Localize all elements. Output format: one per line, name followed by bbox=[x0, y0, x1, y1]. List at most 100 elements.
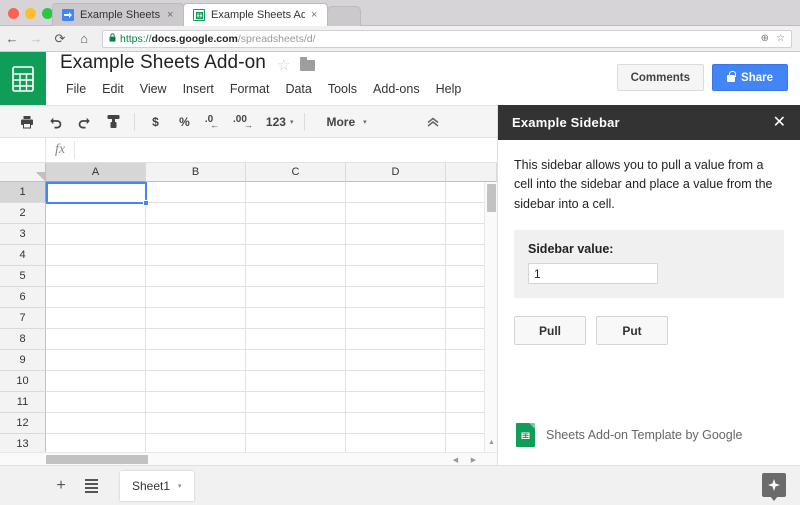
grid-cell-A6[interactable] bbox=[46, 287, 146, 308]
print-icon[interactable] bbox=[14, 109, 39, 134]
browser-tab-sheets[interactable]: Example Sheets Add-on - Goo × bbox=[183, 3, 328, 26]
grid-cell-A5[interactable] bbox=[46, 266, 146, 287]
browser-tab-apps-script[interactable]: Example Sheets Add-on × bbox=[52, 3, 184, 26]
close-icon[interactable]: ✕ bbox=[773, 114, 786, 131]
grid-cell-B2[interactable] bbox=[146, 203, 246, 224]
grid-cell-D3[interactable] bbox=[346, 224, 446, 245]
redo-icon[interactable] bbox=[72, 109, 97, 134]
back-icon[interactable]: ← bbox=[0, 26, 24, 52]
new-tab-placeholder[interactable] bbox=[327, 6, 361, 26]
bookmark-star-icon[interactable]: ☆ bbox=[776, 33, 785, 44]
menu-edit[interactable]: Edit bbox=[94, 79, 132, 99]
grid-cell-A8[interactable] bbox=[46, 329, 146, 350]
grid-cell-B12[interactable] bbox=[146, 413, 246, 434]
more-toolbar-button[interactable]: More ▾ bbox=[319, 109, 369, 134]
vertical-scrollbar-thumb[interactable] bbox=[487, 184, 496, 212]
row-header-2[interactable]: 2 bbox=[0, 203, 46, 224]
column-header-c[interactable]: C bbox=[246, 163, 346, 182]
home-icon[interactable]: ⌂ bbox=[72, 26, 96, 52]
row-header-1[interactable]: 1 bbox=[0, 182, 46, 203]
reload-icon[interactable]: ⟳ bbox=[48, 26, 72, 52]
menu-view[interactable]: View bbox=[132, 79, 175, 99]
put-button[interactable]: Put bbox=[596, 316, 668, 346]
grid-cell-D12[interactable] bbox=[346, 413, 446, 434]
grid-cell-A12[interactable] bbox=[46, 413, 146, 434]
row-header-11[interactable]: 11 bbox=[0, 392, 46, 413]
grid-cell-C2[interactable] bbox=[246, 203, 346, 224]
row-header-10[interactable]: 10 bbox=[0, 371, 46, 392]
pull-button[interactable]: Pull bbox=[514, 316, 586, 346]
grid-cell-C11[interactable] bbox=[246, 392, 346, 413]
grid-cell-D8[interactable] bbox=[346, 329, 446, 350]
close-icon[interactable]: × bbox=[167, 9, 177, 21]
grid-cell-A4[interactable] bbox=[46, 245, 146, 266]
explore-button[interactable] bbox=[762, 473, 786, 501]
grid-cell-C1[interactable] bbox=[246, 182, 346, 203]
share-button[interactable]: Share bbox=[712, 64, 788, 91]
name-box[interactable] bbox=[0, 137, 46, 163]
grid-cell-D6[interactable] bbox=[346, 287, 446, 308]
address-bar[interactable]: https:// docs.google.com /spreadsheets/d… bbox=[102, 29, 792, 48]
folder-icon[interactable] bbox=[300, 57, 316, 71]
close-window-button[interactable] bbox=[8, 8, 19, 19]
grid-cell-D10[interactable] bbox=[346, 371, 446, 392]
row-header-8[interactable]: 8 bbox=[0, 329, 46, 350]
select-all-corner[interactable] bbox=[0, 163, 46, 182]
horizontal-scrollbar-thumb[interactable] bbox=[46, 455, 148, 464]
grid-cell-A2[interactable] bbox=[46, 203, 146, 224]
grid-cell-C10[interactable] bbox=[246, 371, 346, 392]
grid-cell-C12[interactable] bbox=[246, 413, 346, 434]
row-header-9[interactable]: 9 bbox=[0, 350, 46, 371]
page-title[interactable]: Example Sheets Add-on bbox=[60, 52, 266, 74]
grid-cell-B3[interactable] bbox=[146, 224, 246, 245]
percent-format-button[interactable]: % bbox=[172, 109, 197, 134]
column-header-b[interactable]: B bbox=[146, 163, 246, 182]
grid-cell-A3[interactable] bbox=[46, 224, 146, 245]
grid-cell-D9[interactable] bbox=[346, 350, 446, 371]
zoom-icon[interactable]: ⊕ bbox=[761, 33, 769, 44]
grid-cell-D1[interactable] bbox=[346, 182, 446, 203]
menu-help[interactable]: Help bbox=[428, 79, 470, 99]
grid-cell-D7[interactable] bbox=[346, 308, 446, 329]
grid-cell-D11[interactable] bbox=[346, 392, 446, 413]
grid-cell-A9[interactable] bbox=[46, 350, 146, 371]
horizontal-scrollbar[interactable]: ◀ ▶ bbox=[0, 452, 497, 465]
currency-format-button[interactable]: $ bbox=[143, 109, 168, 134]
menu-data[interactable]: Data bbox=[277, 79, 319, 99]
grid-cell-A1[interactable] bbox=[46, 182, 146, 203]
grid-cell-B11[interactable] bbox=[146, 392, 246, 413]
grid-cell-C7[interactable] bbox=[246, 308, 346, 329]
menu-addons[interactable]: Add-ons bbox=[365, 79, 428, 99]
all-sheets-icon[interactable] bbox=[76, 471, 106, 501]
star-icon[interactable]: ☆ bbox=[277, 58, 290, 73]
minimize-window-button[interactable] bbox=[25, 8, 36, 19]
grid-cell-C8[interactable] bbox=[246, 329, 346, 350]
undo-icon[interactable] bbox=[43, 109, 68, 134]
grid-cell-D5[interactable] bbox=[346, 266, 446, 287]
grid-cell-A7[interactable] bbox=[46, 308, 146, 329]
grid-cell-B7[interactable] bbox=[146, 308, 246, 329]
column-header-e[interactable] bbox=[446, 163, 497, 182]
vertical-scrollbar[interactable]: ▲ ▼ bbox=[484, 182, 497, 465]
decrease-decimal-button[interactable]: .0 ← bbox=[201, 109, 226, 134]
row-header-3[interactable]: 3 bbox=[0, 224, 46, 245]
grid-cell-B1[interactable] bbox=[146, 182, 246, 203]
formula-input[interactable] bbox=[74, 141, 497, 159]
grid-cell-B10[interactable] bbox=[146, 371, 246, 392]
sidebar-value-input[interactable]: 1 bbox=[528, 263, 658, 285]
grid-cell-C3[interactable] bbox=[246, 224, 346, 245]
row-header-6[interactable]: 6 bbox=[0, 287, 46, 308]
row-header-5[interactable]: 5 bbox=[0, 266, 46, 287]
grid-cell-A10[interactable] bbox=[46, 371, 146, 392]
sheets-logo[interactable] bbox=[0, 52, 46, 105]
number-format-dropdown[interactable]: 123 ▾ bbox=[263, 109, 297, 134]
grid-cell-C9[interactable] bbox=[246, 350, 346, 371]
grid-cell-B8[interactable] bbox=[146, 329, 246, 350]
menu-file[interactable]: File bbox=[58, 79, 94, 99]
collapse-toolbar-button[interactable] bbox=[420, 109, 445, 134]
menu-insert[interactable]: Insert bbox=[175, 79, 222, 99]
scroll-up-icon[interactable]: ▲ bbox=[485, 436, 497, 449]
grid-cell-A11[interactable] bbox=[46, 392, 146, 413]
grid-cell-C5[interactable] bbox=[246, 266, 346, 287]
sheet-tab-sheet1[interactable]: Sheet1 ▾ bbox=[120, 470, 194, 501]
